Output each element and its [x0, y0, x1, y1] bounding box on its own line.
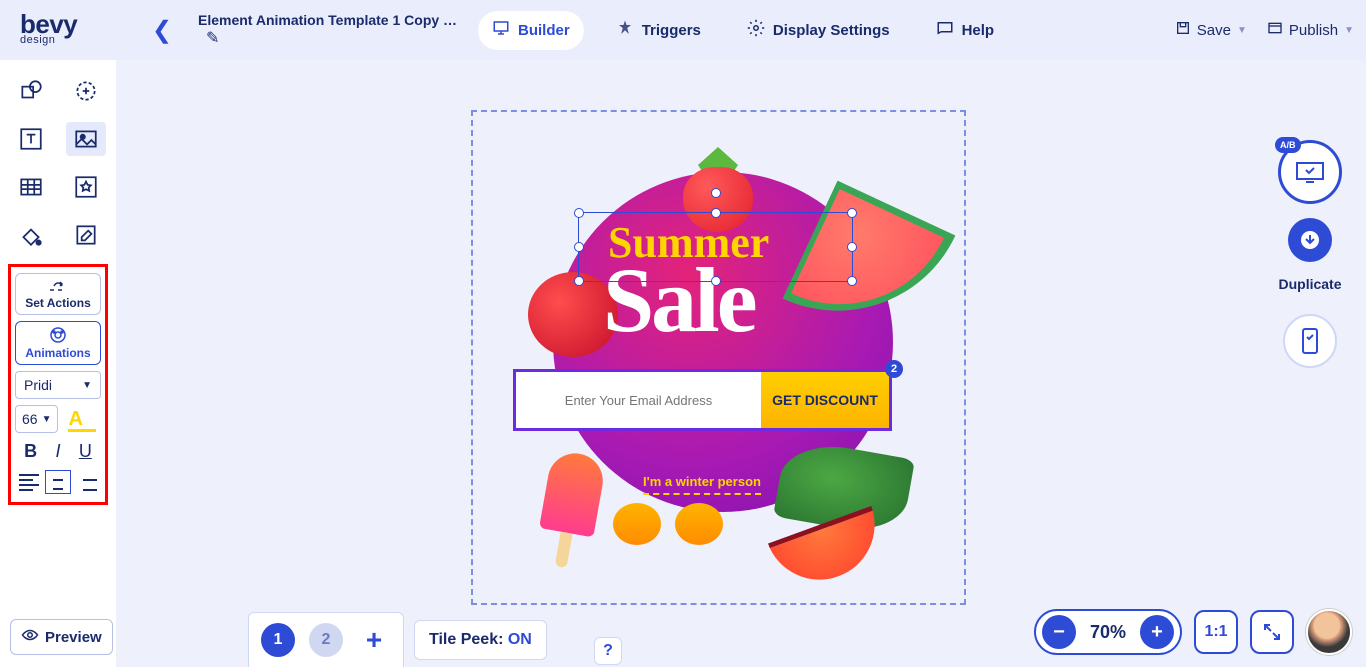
mobile-view-button[interactable]	[1283, 314, 1337, 368]
builder-icon	[492, 19, 510, 42]
get-discount-button[interactable]: GET DISCOUNT 2	[761, 372, 889, 428]
logo-main: bevy	[20, 14, 112, 35]
tool-shapes[interactable]	[11, 74, 51, 108]
fit-label: 1:1	[1204, 623, 1227, 641]
page-1-button[interactable]: 1	[261, 623, 295, 657]
resize-handle[interactable]	[574, 208, 584, 218]
save-icon	[1175, 20, 1191, 40]
tab-help-label: Help	[962, 22, 995, 39]
set-actions-button[interactable]: Set Actions	[15, 273, 101, 315]
font-color-icon: A	[68, 409, 96, 429]
zoom-in-button[interactable]: +	[1140, 615, 1174, 649]
tab-help[interactable]: Help	[922, 11, 1009, 50]
set-actions-label: Set Actions	[25, 296, 91, 310]
font-size-value: 66	[22, 411, 38, 427]
help-icon	[936, 19, 954, 42]
tool-table[interactable]	[11, 170, 51, 204]
chevron-down-icon: ▼	[82, 380, 92, 391]
preview-button[interactable]: Preview	[10, 619, 113, 655]
tile-peek-toggle[interactable]: Tile Peek: ON	[414, 620, 547, 660]
align-left-button[interactable]	[16, 470, 42, 494]
add-page-button[interactable]: +	[357, 623, 391, 657]
nav-tabs: Builder Triggers Display Settings Help	[478, 11, 1008, 50]
font-family-select[interactable]: Pridi ▼	[15, 371, 101, 399]
tool-text[interactable]	[11, 122, 51, 156]
bottom-left-controls: 1 2 + Tile Peek: ON	[248, 612, 547, 667]
tab-display-settings[interactable]: Display Settings	[733, 11, 904, 50]
publish-button[interactable]: Publish ▼	[1267, 20, 1354, 40]
fit-button[interactable]: 1:1	[1194, 610, 1238, 654]
chevron-down-icon: ▼	[42, 414, 52, 425]
zoom-control: − 70% +	[1034, 609, 1182, 655]
preview-label: Preview	[45, 629, 102, 646]
email-input[interactable]	[516, 372, 761, 428]
chevron-down-icon: ▼	[1344, 25, 1354, 36]
canvas-area[interactable]: Summer Sale GET DISCOUNT 2 I'm a winter …	[116, 60, 1366, 667]
publish-icon	[1267, 20, 1283, 40]
tool-add-shape[interactable]	[66, 74, 106, 108]
help-button[interactable]: ?	[594, 637, 622, 665]
sunglasses-graphic[interactable]	[613, 503, 723, 553]
tile-peek-label: Tile Peek:	[429, 631, 508, 648]
back-button[interactable]: ❮	[142, 10, 182, 50]
tile-peek-state: ON	[508, 631, 532, 648]
tool-edit[interactable]	[66, 218, 106, 252]
font-family-value: Pridi	[24, 377, 52, 393]
duplicate-label: Duplicate	[1278, 276, 1341, 292]
winter-link[interactable]: I'm a winter person	[643, 474, 761, 495]
edit-title-icon[interactable]: ✎	[206, 28, 458, 48]
tab-triggers-label: Triggers	[642, 22, 701, 39]
page-2-button[interactable]: 2	[309, 623, 343, 657]
popsicle-graphic[interactable]	[534, 449, 607, 567]
publish-label: Publish	[1289, 22, 1338, 39]
pages-panel: 1 2 +	[248, 612, 404, 667]
text-properties-highlight: Set Actions Animations Pridi ▼ 66 ▼ A B …	[8, 264, 108, 505]
duplicate-button[interactable]	[1288, 218, 1332, 262]
left-panel: Set Actions Animations Pridi ▼ 66 ▼ A B …	[0, 60, 116, 667]
email-form: GET DISCOUNT 2	[513, 369, 892, 431]
tool-star[interactable]	[66, 170, 106, 204]
bold-button[interactable]: B	[24, 441, 37, 462]
chevron-down-icon: ▼	[1237, 25, 1247, 36]
desktop-view-button[interactable]: A/B	[1278, 140, 1342, 204]
zoom-out-button[interactable]: −	[1042, 615, 1076, 649]
italic-button[interactable]: I	[55, 441, 60, 462]
font-color-button[interactable]: A	[68, 409, 96, 429]
align-right-button[interactable]	[74, 470, 100, 494]
topbar: bevy design ❮ Element Animation Template…	[0, 0, 1366, 60]
settings-icon	[747, 19, 765, 42]
sale-text[interactable]: Sale	[603, 247, 755, 353]
artboard[interactable]: Summer Sale GET DISCOUNT 2 I'm a winter …	[471, 110, 966, 605]
document-title: Element Animation Template 1 Copy Cop...	[198, 12, 458, 28]
watermelon-graphic[interactable]	[804, 202, 934, 352]
animations-button[interactable]: Animations	[15, 321, 101, 365]
tool-image[interactable]	[66, 122, 106, 156]
triggers-icon	[616, 19, 634, 42]
align-center-button[interactable]	[45, 470, 71, 494]
animations-label: Animations	[25, 346, 90, 360]
save-label: Save	[1197, 22, 1231, 39]
underline-button[interactable]: U	[79, 441, 92, 462]
font-color-bar	[68, 429, 96, 432]
tab-builder[interactable]: Builder	[478, 11, 584, 50]
tab-builder-label: Builder	[518, 22, 570, 39]
tab-triggers[interactable]: Triggers	[602, 11, 715, 50]
zoom-value: 70%	[1082, 622, 1134, 643]
ab-badge: A/B	[1275, 137, 1301, 153]
user-avatar[interactable]	[1306, 609, 1352, 655]
discount-label: GET DISCOUNT	[772, 392, 878, 408]
right-toolbar: A/B Duplicate	[1278, 140, 1342, 368]
save-button[interactable]: Save ▼	[1175, 20, 1247, 40]
eye-icon	[21, 628, 39, 646]
badge-count: 2	[885, 360, 903, 378]
tool-fill[interactable]	[11, 218, 51, 252]
font-size-select[interactable]: 66 ▼	[15, 405, 58, 433]
logo[interactable]: bevy design	[12, 14, 112, 47]
fullscreen-button[interactable]	[1250, 610, 1294, 654]
tab-display-label: Display Settings	[773, 22, 890, 39]
bottom-right-controls: − 70% + 1:1	[1034, 609, 1352, 655]
